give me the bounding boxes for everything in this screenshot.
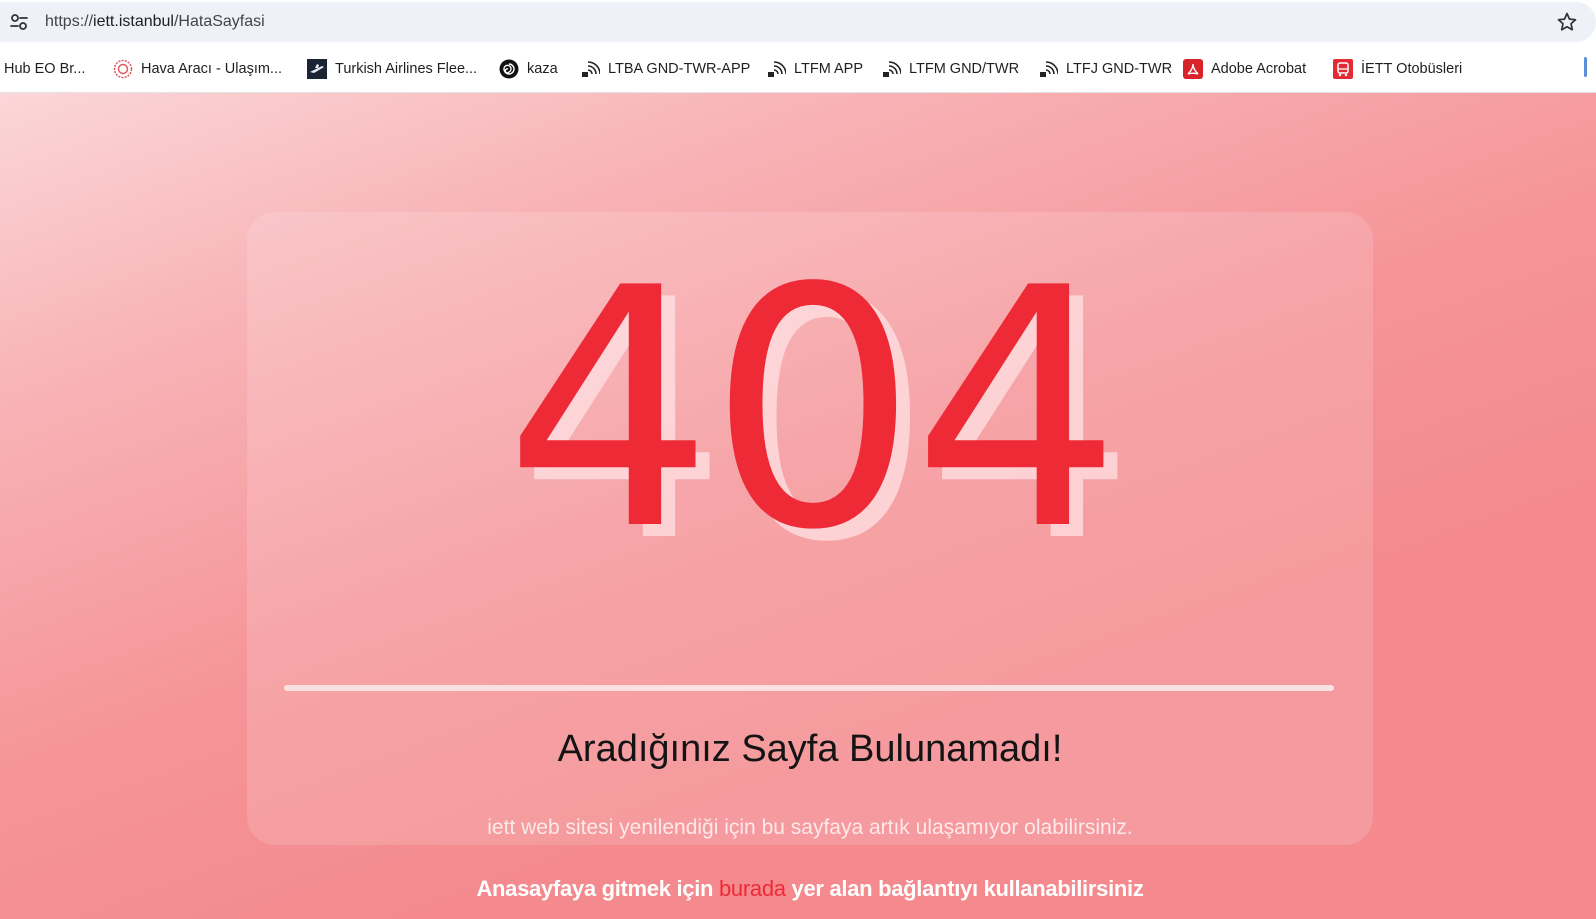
bookmark-label: LTFJ GND-TWR <box>1066 61 1173 77</box>
cta-text-after: yer alan bağlantıyı kullanabilirsiniz <box>785 876 1144 901</box>
bookmark-label: Adobe Acrobat <box>1211 61 1307 77</box>
error-code: 404 <box>504 218 1122 602</box>
bookmark-hub-eo[interactable]: Hub EO Br... <box>4 57 85 81</box>
plane-icon <box>307 59 327 79</box>
page-title: Aradığınız Sayfa Bulunamadı! <box>557 728 1063 770</box>
error-page: 404 404 Aradığınız Sayfa Bulunamadı! iet… <box>0 93 1596 919</box>
url-text[interactable]: https://iett.istanbul/HataSayfasi <box>45 13 265 31</box>
browser-toolbar: https://iett.istanbul/HataSayfasi <box>0 0 1596 45</box>
radio-signal-icon <box>766 59 786 79</box>
address-bar[interactable]: https://iett.istanbul/HataSayfasi <box>0 2 1596 42</box>
bookmark-hava-araci[interactable]: Hava Aracı - Ulaşım... <box>113 57 282 81</box>
homepage-link[interactable]: burada <box>719 876 786 901</box>
error-card: 404 404 Aradığınız Sayfa Bulunamadı! iet… <box>247 212 1373 901</box>
acrobat-icon <box>1183 59 1203 79</box>
bookmark-adobe-acrobat[interactable]: Adobe Acrobat <box>1183 57 1306 81</box>
ministry-seal-icon <box>113 59 133 79</box>
bookmark-star-icon[interactable] <box>1555 10 1579 34</box>
spiral-icon <box>499 59 519 79</box>
bookmark-iett-otobusleri[interactable]: İETT Otobüsleri <box>1333 57 1462 81</box>
radio-signal-icon <box>1038 59 1058 79</box>
bookmark-label: Hava Aracı - Ulaşım... <box>141 61 283 77</box>
bookmark-kaza[interactable]: kaza <box>499 57 558 81</box>
url-host: iett.istanbul <box>93 13 174 30</box>
bookmark-turkish-airlines[interactable]: Turkish Airlines Flee... <box>307 57 477 81</box>
divider <box>284 685 1334 691</box>
bookmark-label: LTFM APP <box>794 61 864 77</box>
bookmark-label: LTBA GND-TWR-APP <box>608 61 751 77</box>
bookmark-label: kaza <box>527 61 558 77</box>
bookmark-label: Hub EO Br... <box>4 61 86 77</box>
page-description: iett web sitesi yenilendiği için bu sayf… <box>487 816 1133 839</box>
bookmarks-overflow-indicator <box>1584 57 1587 77</box>
bookmarks-bar: Hub EO Br... Hava Aracı - Ulaşım... Turk… <box>0 45 1596 93</box>
bookmark-label: Turkish Airlines Flee... <box>335 61 478 77</box>
bookmark-ltfm-app[interactable]: LTFM APP <box>766 57 863 81</box>
url-scheme: https:// <box>45 13 94 30</box>
cta-text-before: Anasayfaya gitmek için <box>476 876 719 901</box>
error-code-block: 404 404 <box>247 218 1373 602</box>
bookmark-ltfj[interactable]: LTFJ GND-TWR <box>1038 57 1172 81</box>
homepage-hint: Anasayfaya gitmek için burada yer alan b… <box>247 876 1373 902</box>
bus-icon <box>1333 59 1353 79</box>
bookmark-ltfm-gnd-twr[interactable]: LTFM GND/TWR <box>881 57 1019 81</box>
bookmark-label: LTFM GND/TWR <box>909 61 1020 77</box>
bookmark-label: İETT Otobüsleri <box>1361 61 1463 77</box>
bookmark-ltba[interactable]: LTBA GND-TWR-APP <box>580 57 750 81</box>
site-settings-icon[interactable] <box>8 11 30 33</box>
url-path: /HataSayfasi <box>173 13 265 30</box>
radio-signal-icon <box>580 59 600 79</box>
radio-signal-icon <box>881 59 901 79</box>
